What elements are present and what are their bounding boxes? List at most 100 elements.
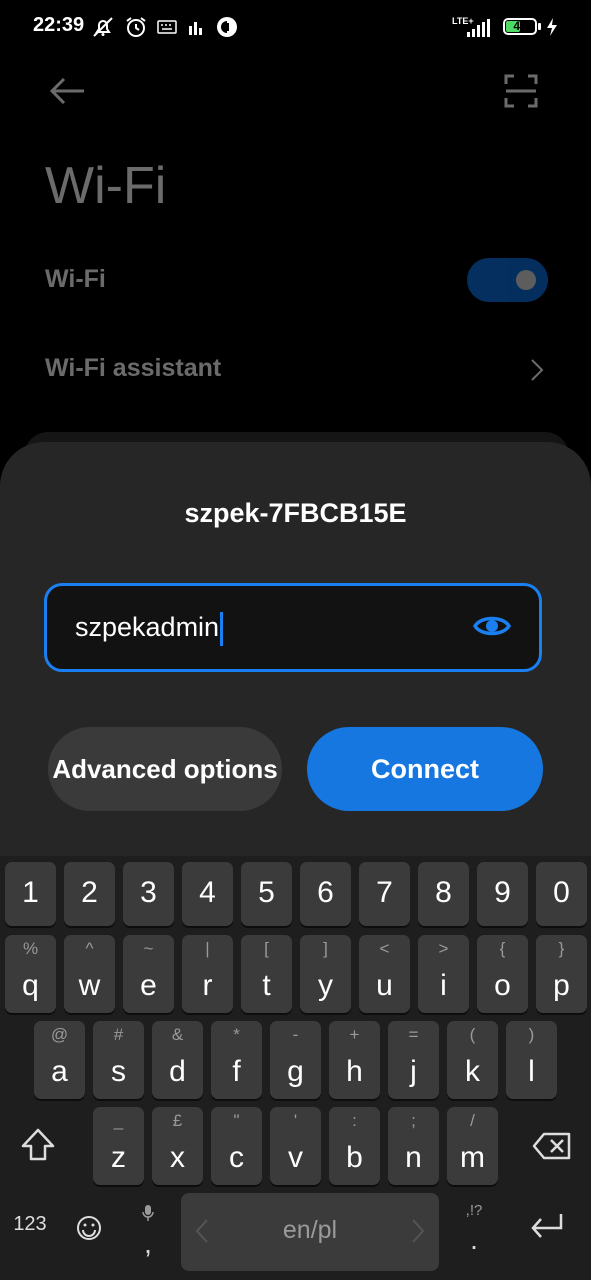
key-w-label: w xyxy=(78,969,101,1002)
key-m-label: m xyxy=(460,1141,485,1174)
chevron-right-icon xyxy=(411,1218,425,1249)
key-0-label: 0 xyxy=(553,876,570,909)
network-name: szpek-7FBCB15E xyxy=(184,498,407,528)
key-c-label: c xyxy=(229,1141,244,1174)
key-p-alt: } xyxy=(558,939,565,958)
key-o[interactable]: {o xyxy=(477,935,528,1013)
wifi-assistant-row-label[interactable]: Wi-Fi assistant xyxy=(45,354,221,383)
key-6[interactable]: 6 xyxy=(300,862,351,926)
key-0[interactable]: 0 xyxy=(536,862,587,926)
key-g-label: g xyxy=(287,1055,304,1088)
key-a[interactable]: @ a xyxy=(34,1021,85,1099)
key-9-label: 9 xyxy=(494,876,511,909)
key-n-alt: ; xyxy=(411,1111,416,1130)
period-key-label: . xyxy=(470,1224,478,1255)
key-o-label: o xyxy=(494,969,511,1002)
key-v-label: v xyxy=(288,1141,303,1174)
key-u[interactable]: < u xyxy=(359,935,410,1013)
key-c-alt: " xyxy=(233,1111,240,1130)
key-k[interactable]: (k xyxy=(447,1021,498,1099)
backspace-key[interactable] xyxy=(524,1105,580,1183)
key-j[interactable]: = j xyxy=(388,1021,439,1099)
key-b[interactable]: :b xyxy=(329,1107,380,1185)
key-1[interactable]: 1 xyxy=(5,862,56,926)
key-f[interactable]: * f xyxy=(211,1021,262,1099)
emoji-icon[interactable] xyxy=(72,1215,106,1246)
space-language-label: en/pl xyxy=(282,1216,338,1244)
microphone-icon xyxy=(141,1204,155,1227)
key-u-label: u xyxy=(376,969,393,1002)
key-e[interactable]: ~ e xyxy=(123,935,174,1013)
key-4[interactable]: 4 xyxy=(182,862,233,926)
key-3[interactable]: 3 xyxy=(123,862,174,926)
key-i-alt: > xyxy=(438,939,449,958)
key-z[interactable]: _ z xyxy=(93,1107,144,1185)
key-c[interactable]: " c xyxy=(211,1107,262,1185)
comma-key[interactable]: , xyxy=(128,1198,168,1268)
password-value-wrapper: szpekadmin xyxy=(75,612,224,646)
key-l[interactable]: ) l xyxy=(506,1021,557,1099)
key-z-label: z xyxy=(111,1141,126,1174)
key-w[interactable]: ^ w xyxy=(64,935,115,1013)
key-8[interactable]: 8 xyxy=(418,862,469,926)
key-p[interactable]: } p xyxy=(536,935,587,1013)
key-a-alt: @ xyxy=(50,1025,69,1044)
key-h-label: h xyxy=(346,1055,363,1088)
key-s-alt: # xyxy=(113,1025,124,1044)
key-r-label: r xyxy=(202,969,213,1002)
key-m[interactable]: / m xyxy=(447,1107,498,1185)
key-k-alt: ( xyxy=(469,1025,476,1044)
key-q[interactable]: % q xyxy=(5,935,56,1013)
wifi-toggle[interactable] xyxy=(467,258,548,302)
chevron-right-icon xyxy=(530,358,544,387)
key-g[interactable]: -g xyxy=(270,1021,321,1099)
key-2-label: 2 xyxy=(81,876,98,909)
text-caret xyxy=(220,612,224,646)
key-7[interactable]: 7 xyxy=(359,862,410,926)
password-value: szpekadmin xyxy=(75,612,220,643)
key-t-alt: [ xyxy=(264,939,269,958)
key-x-label: x xyxy=(170,1141,185,1174)
key-s-label: s xyxy=(111,1055,126,1088)
key-g-alt: - xyxy=(292,1025,299,1044)
advanced-options-button[interactable]: Advanced options xyxy=(48,727,282,811)
key-i-label: i xyxy=(440,969,447,1002)
key-f-alt: * xyxy=(233,1025,240,1044)
key-r[interactable]: | r xyxy=(182,935,233,1013)
key-7-label: 7 xyxy=(376,876,393,909)
key-a-label: a xyxy=(51,1055,68,1088)
key-b-alt: : xyxy=(352,1111,357,1130)
enter-key[interactable] xyxy=(524,1212,570,1245)
key-t[interactable]: [t xyxy=(241,935,292,1013)
key-e-alt: ~ xyxy=(143,939,154,958)
connect-button[interactable]: Connect xyxy=(307,727,543,811)
comma-key-label: , xyxy=(144,1228,152,1259)
key-h[interactable]: + h xyxy=(329,1021,380,1099)
key-8-label: 8 xyxy=(435,876,452,909)
key-v[interactable]: ' v xyxy=(270,1107,321,1185)
key-9[interactable]: 9 xyxy=(477,862,528,926)
key-y[interactable]: ] y xyxy=(300,935,351,1013)
key-s[interactable]: # s xyxy=(93,1021,144,1099)
space-key[interactable]: en/pl xyxy=(181,1193,439,1271)
key-x[interactable]: £ x xyxy=(152,1107,203,1185)
key-y-label: y xyxy=(318,969,333,1002)
shift-key[interactable] xyxy=(12,1105,64,1183)
key-2[interactable]: 2 xyxy=(64,862,115,926)
period-key[interactable]: ,!? . xyxy=(454,1198,494,1268)
page-title: Wi-Fi xyxy=(45,157,167,215)
key-x-alt: £ xyxy=(172,1111,183,1130)
key-d[interactable]: & d xyxy=(152,1021,203,1099)
key-q-label: q xyxy=(22,969,39,1002)
symbols-mode-key[interactable]: 123 xyxy=(6,1213,54,1236)
key-5[interactable]: 5 xyxy=(241,862,292,926)
key-k-label: k xyxy=(465,1055,480,1088)
key-y-alt: ] xyxy=(323,939,328,958)
show-password-eye-icon[interactable] xyxy=(472,612,512,645)
key-z-alt: _ xyxy=(113,1111,124,1130)
key-n[interactable]: ; n xyxy=(388,1107,439,1185)
password-input[interactable]: szpekadmin xyxy=(44,583,542,672)
key-4-label: 4 xyxy=(199,876,216,909)
key-i[interactable]: > i xyxy=(418,935,469,1013)
key-l-alt: ) xyxy=(528,1025,535,1044)
